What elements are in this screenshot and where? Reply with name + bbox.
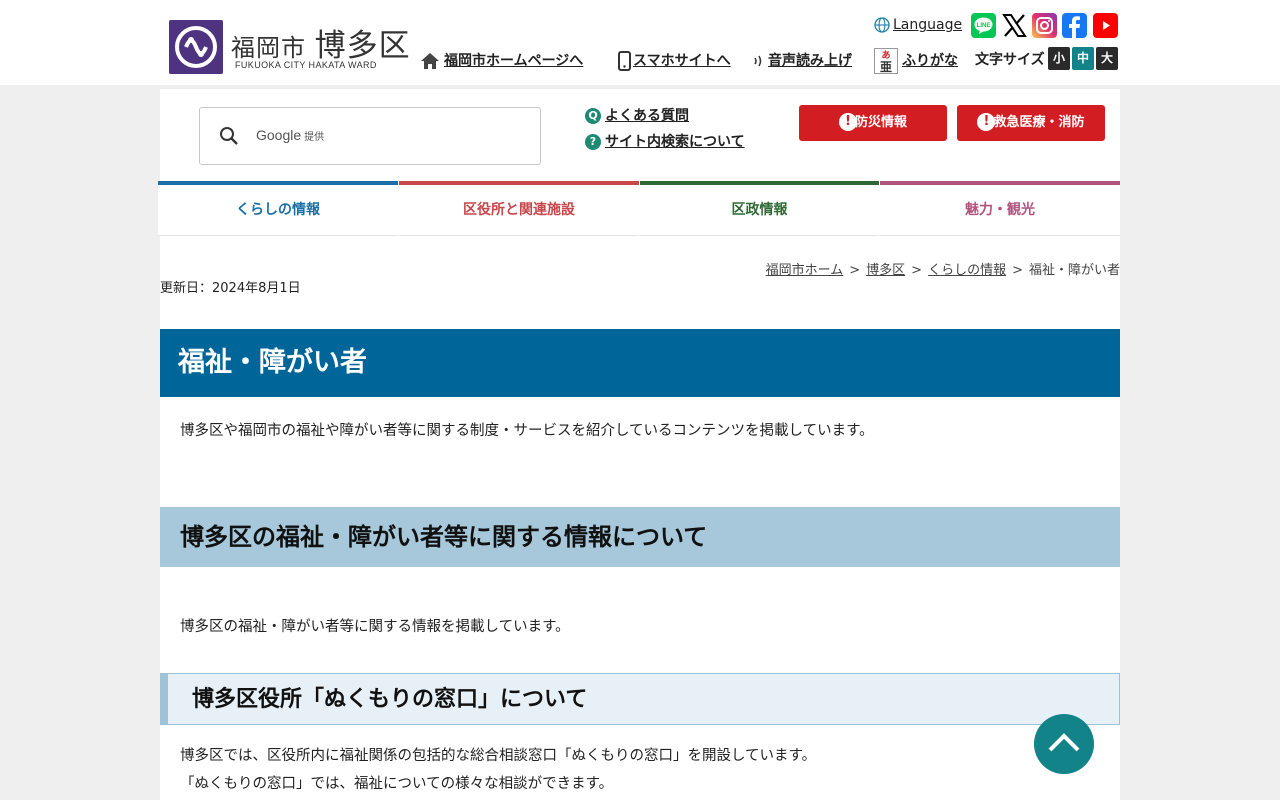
breadcrumb-home[interactable]: 福岡市ホーム <box>766 263 844 278</box>
globe-icon <box>874 17 890 33</box>
site-logo[interactable]: 福岡市 博多区 FUKUOKA CITY HAKATA WARD <box>169 20 411 74</box>
logo-ward: 博多区 <box>314 28 411 64</box>
smartphone-icon <box>618 51 631 71</box>
disaster-info-button[interactable]: ! 防災情報 <box>799 105 947 141</box>
main-content: Google 提供 Q よくある質問 ? サイト内検索について ! 防災情報 ! 救急医療… <box>158 89 1120 800</box>
tab-ward-office[interactable]: 区役所と関連施設 <box>399 181 639 236</box>
sound-icon <box>754 55 762 67</box>
page-title: 福祉・障がい者 <box>160 329 1120 397</box>
font-size-small-button[interactable]: 小 <box>1048 47 1070 70</box>
logo-text: 福岡市 博多区 <box>231 20 411 65</box>
x-icon[interactable] <box>1002 13 1027 38</box>
furigana-link[interactable]: あ 亜 ふりがな <box>874 48 958 74</box>
q-icon: Q <box>585 108 601 124</box>
facebook-icon[interactable] <box>1062 13 1087 38</box>
font-size-label: 文字サイズ <box>975 52 1045 68</box>
svg-text:LINE: LINE <box>977 23 991 29</box>
subsection-text-1: 博多区では、区役所内に福祉関係の包括的な総合相談窓口「ぬくもりの窓口」を開設して… <box>180 748 817 764</box>
chevron-up-icon <box>1048 733 1080 752</box>
city-emblem-icon <box>169 20 223 74</box>
back-to-top-button[interactable] <box>1034 714 1094 774</box>
faq-link[interactable]: Q よくある質問 <box>585 105 689 125</box>
site-header: 福岡市 博多区 FUKUOKA CITY HAKATA WARD 福岡市ホームペ… <box>0 0 1280 85</box>
tab-tourism[interactable]: 魅力・観光 <box>880 181 1120 236</box>
subsection-heading: 博多区役所「ぬくもりの窓口」について <box>160 673 1120 725</box>
breadcrumb-ward[interactable]: 博多区 <box>866 263 905 278</box>
language-link[interactable]: Language <box>874 17 962 33</box>
mobile-site-link[interactable]: スマホサイトへ <box>618 50 731 71</box>
home-icon <box>421 53 439 69</box>
line-icon[interactable]: LINE <box>971 13 996 38</box>
global-nav: くらしの情報 区役所と関連施設 区政情報 魅力・観光 <box>158 181 1120 236</box>
emergency-medical-button[interactable]: ! 救急医療・消防 <box>957 105 1105 141</box>
site-search-input[interactable]: Google 提供 <box>199 107 541 165</box>
city-home-link[interactable]: 福岡市ホームページへ <box>420 50 583 70</box>
font-size-large-button[interactable]: 大 <box>1096 47 1118 70</box>
question-icon: ? <box>585 134 601 150</box>
breadcrumb-living[interactable]: くらしの情報 <box>928 263 1006 278</box>
section-heading: 博多区の福祉・障がい者等に関する情報について <box>160 507 1120 567</box>
youtube-icon[interactable] <box>1093 13 1118 38</box>
search-icon[interactable] <box>219 126 239 146</box>
voice-reading-link[interactable]: 音声読み上げ <box>752 50 852 70</box>
tab-administration[interactable]: 区政情報 <box>640 181 879 236</box>
section-text: 博多区の福祉・障がい者等に関する情報を掲載しています。 <box>180 619 570 635</box>
logo-english: FUKUOKA CITY HAKATA WARD <box>235 60 377 70</box>
subsection-text-2: 「ぬくもりの窓口」では、福祉についての様々な相談ができます。 <box>180 776 614 792</box>
about-search-link[interactable]: ? サイト内検索について <box>585 131 745 151</box>
svg-text:亜: 亜 <box>880 60 892 74</box>
logo-city: 福岡市 <box>231 34 306 62</box>
intro-text: 博多区や福岡市の福祉や障がい者等に関する制度・サービスを紹介しているコンテンツを… <box>180 423 874 439</box>
updated-date: 更新日：2024年8月1日 <box>160 281 301 296</box>
breadcrumb-current: 福祉・障がい者 <box>1028 263 1120 278</box>
font-size-medium-button[interactable]: 中 <box>1072 47 1094 70</box>
search-provider: Google 提供 <box>256 127 325 143</box>
furigana-icon: あ 亜 <box>874 48 898 74</box>
instagram-icon[interactable] <box>1032 13 1057 38</box>
tab-living[interactable]: くらしの情報 <box>158 181 398 236</box>
breadcrumb: 福岡市ホーム > 博多区 > くらしの情報 > 福祉・障がい者 <box>765 263 1120 278</box>
